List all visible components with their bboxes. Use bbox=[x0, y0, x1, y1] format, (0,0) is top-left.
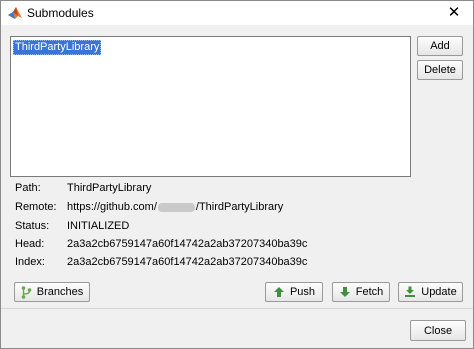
update-label: Update bbox=[421, 286, 457, 298]
close-button[interactable]: Close bbox=[410, 320, 466, 341]
fetch-button[interactable]: Fetch bbox=[332, 282, 390, 302]
push-button[interactable]: Push bbox=[265, 282, 323, 302]
path-label: Path: bbox=[15, 182, 41, 194]
update-arrow-icon bbox=[405, 286, 416, 297]
push-label: Push bbox=[289, 286, 316, 298]
branches-button[interactable]: Branches bbox=[14, 282, 90, 302]
submodule-list[interactable]: ThirdPartyLibrary bbox=[10, 36, 411, 177]
remote-value: https://github.com/ /ThirdPartyLibrary bbox=[67, 201, 283, 213]
delete-button[interactable]: Delete bbox=[417, 60, 463, 80]
title-bar: Submodules ✕ bbox=[1, 1, 473, 25]
status-value: INITIALIZED bbox=[67, 220, 130, 232]
redacted-username bbox=[157, 202, 195, 212]
remote-label: Remote: bbox=[15, 201, 57, 213]
matlab-logo-icon bbox=[8, 7, 22, 19]
update-button[interactable]: Update bbox=[398, 282, 463, 302]
status-label: Status: bbox=[15, 220, 50, 232]
add-button[interactable]: Add bbox=[417, 36, 463, 56]
branches-label: Branches bbox=[36, 286, 84, 298]
remote-prefix: https://github.com/ bbox=[67, 201, 157, 213]
path-value: ThirdPartyLibrary bbox=[67, 182, 152, 194]
index-label: Index: bbox=[15, 256, 45, 268]
arrow-up-icon bbox=[273, 287, 284, 297]
branch-icon bbox=[21, 285, 32, 299]
remote-suffix: /ThirdPartyLibrary bbox=[195, 201, 284, 213]
head-value: 2a3a2cb6759147a60f14742a2ab37207340ba39c bbox=[67, 238, 308, 250]
head-label: Head: bbox=[15, 238, 45, 250]
window-title: Submodules bbox=[27, 6, 94, 20]
fetch-label: Fetch bbox=[355, 286, 384, 298]
footer-divider bbox=[1, 308, 473, 309]
index-value: 2a3a2cb6759147a60f14742a2ab37207340ba39c bbox=[67, 256, 308, 268]
window-close-icon[interactable]: ✕ bbox=[435, 1, 473, 25]
submodules-dialog: Submodules ✕ ThirdPartyLibrary Add Delet… bbox=[0, 0, 474, 349]
list-item-selected[interactable]: ThirdPartyLibrary bbox=[13, 40, 102, 55]
arrow-down-icon bbox=[339, 287, 350, 297]
